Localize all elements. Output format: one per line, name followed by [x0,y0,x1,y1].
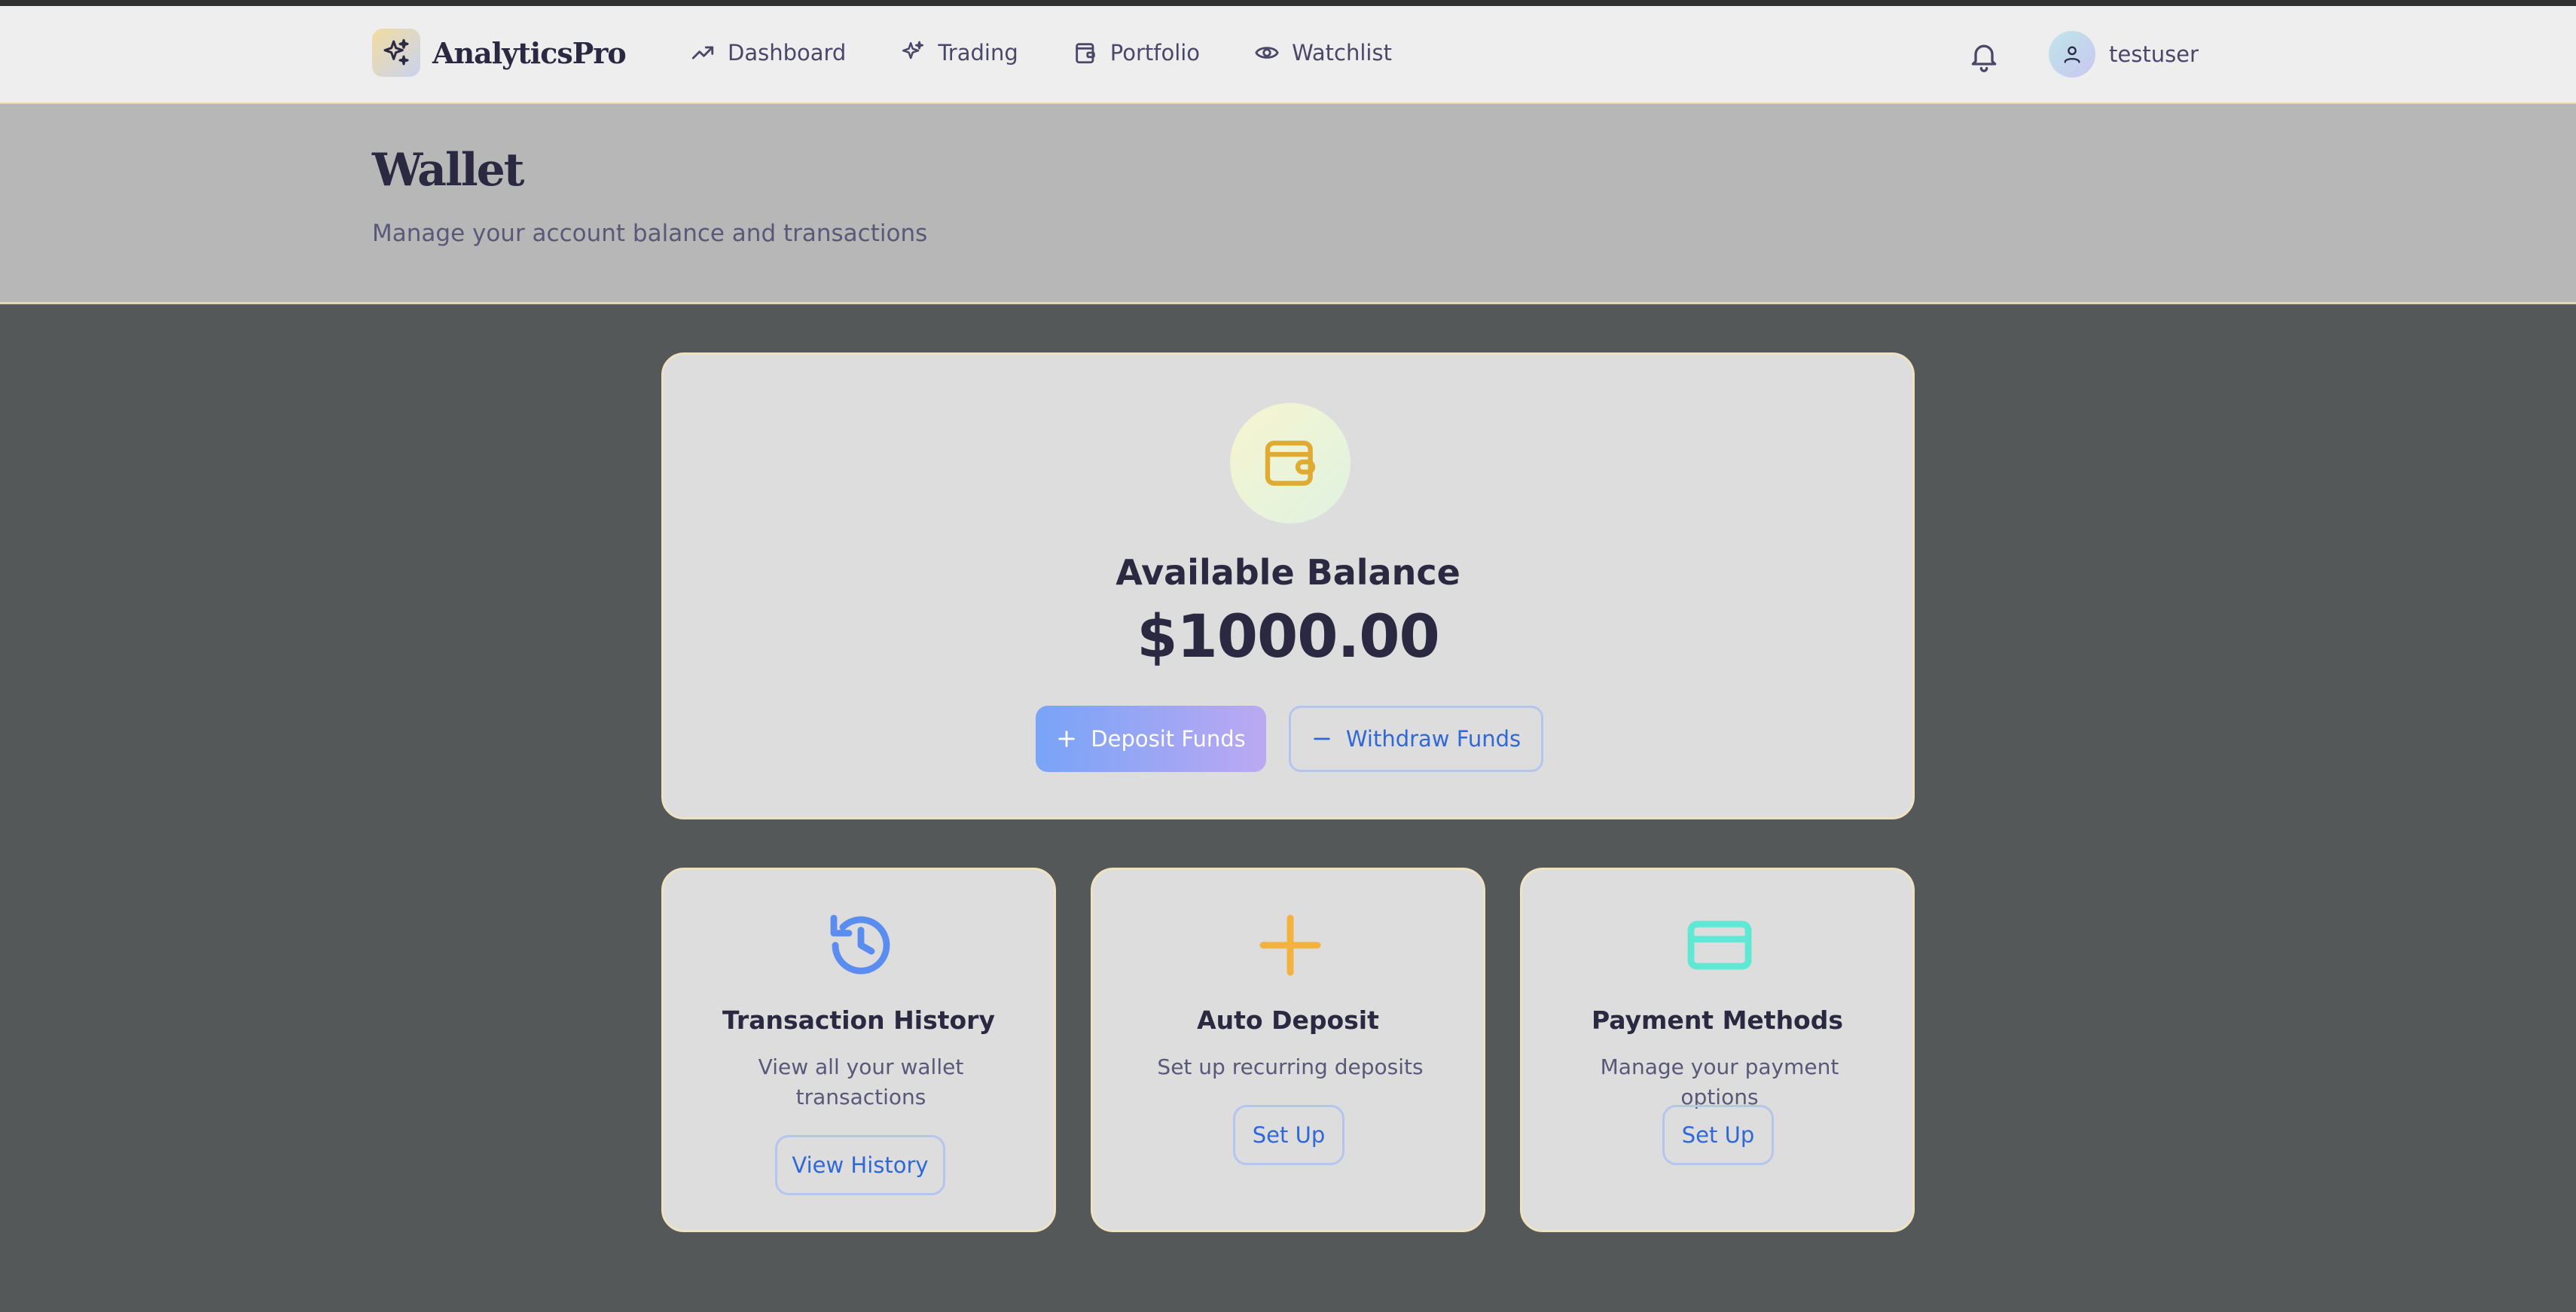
main-nav: Dashboard Trading Portfolio Watchlist [690,29,1446,77]
credit-card-icon [1682,908,1757,983]
minus-icon [1314,737,1330,740]
eye-icon [1255,47,1279,59]
balance-card: Available Balance $1000.00 Deposit Funds… [661,352,1915,819]
view-history-button[interactable]: View History [775,1135,945,1195]
payment-methods-setup-button[interactable]: Set Up [1662,1105,1774,1165]
user-icon [2064,46,2080,63]
wallet-icon [1076,43,1095,64]
wallet-badge [1230,403,1351,523]
balance-label: Available Balance [1116,552,1460,593]
auto-deposit-card: Auto Deposit Set up recurring deposits S… [1091,868,1485,1232]
wallet-icon [1265,441,1316,486]
feature-description: View all your wallet transactions [758,1054,964,1109]
transaction-history-card: Transaction History View all your wallet… [661,868,1056,1232]
feature-title: Payment Methods [1591,1005,1843,1035]
feature-title: Transaction History [722,1005,995,1035]
page-title: Wallet [372,144,525,197]
nav-item-watchlist[interactable]: Watchlist [1254,40,1392,66]
page-header: Wallet Manage your account balance and t… [0,104,2576,304]
page-subtitle: Manage your account balance and transact… [372,220,928,247]
deposit-funds-label: Deposit Funds [1091,726,1246,752]
trending-up-icon [691,46,714,59]
feature-description: Set up recurring deposits [1157,1054,1424,1079]
nav-label-dashboard: Dashboard [728,40,847,66]
bell-icon [1971,44,1997,72]
nav-item-trading[interactable]: Trading [900,40,1018,66]
auto-deposit-setup-button[interactable]: Set Up [1233,1105,1344,1165]
username: testuser [2109,41,2199,67]
withdraw-funds-label: Withdraw Funds [1345,726,1521,752]
window-top-strip [0,0,2576,6]
nav-label-portfolio: Portfolio [1109,40,1201,66]
nav-item-portfolio[interactable]: Portfolio [1073,40,1200,66]
feature-description: Manage your payment options [1600,1054,1839,1109]
withdraw-funds-button[interactable]: Withdraw Funds [1289,706,1543,772]
feature-title: Auto Deposit [1197,1005,1379,1035]
sparkles-icon [902,41,924,59]
brand-logo[interactable]: AnalyticsPro [372,29,627,77]
top-navbar: AnalyticsPro Dashboard Trading Portfolio [0,6,2576,104]
nav-item-dashboard[interactable]: Dashboard [690,40,846,66]
avatar [2049,31,2095,78]
sparkles-icon [372,29,420,77]
user-menu[interactable]: testuser [2049,30,2199,78]
plus-icon [1253,908,1328,983]
brand-name: AnalyticsPro [432,35,627,70]
deposit-funds-button[interactable]: Deposit Funds [1036,706,1266,772]
nav-label-watchlist: Watchlist [1292,40,1392,66]
nav-label-trading: Trading [938,40,1018,66]
history-icon [823,908,899,983]
balance-amount: $1000.00 [1137,603,1440,671]
plus-icon [1058,731,1075,747]
payment-methods-card: Payment Methods Manage your payment opti… [1520,868,1915,1232]
notifications-button[interactable] [1967,39,2001,72]
